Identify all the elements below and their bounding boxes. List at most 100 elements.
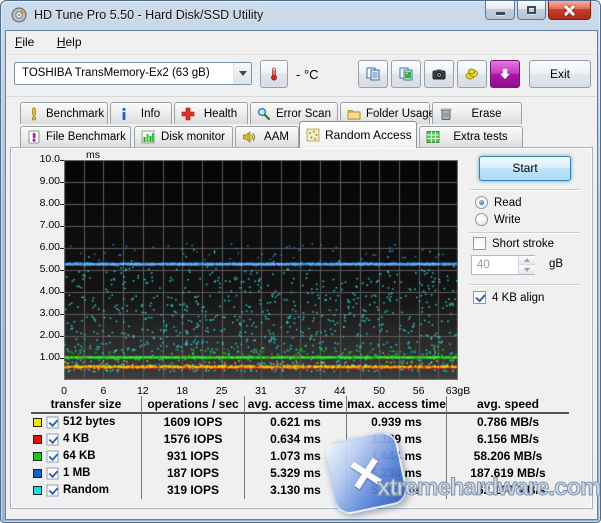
start-button[interactable]: Start: [479, 156, 571, 181]
copy-image-icon: [399, 67, 413, 81]
random-access-icon: [306, 128, 320, 142]
table-cell: 6.156 MB/s: [446, 431, 569, 448]
toolbar: TOSHIBA TransMemory-Ex2 (63 gB) - °C Exi…: [6, 55, 597, 97]
separator: [470, 284, 580, 286]
hdtune-app-icon: [11, 7, 27, 23]
benchmark-icon: [31, 106, 37, 120]
info-icon: [122, 107, 126, 120]
short-stroke-unit: gB: [549, 258, 564, 270]
minimize-icon: [495, 11, 505, 15]
tab-erase[interactable]: Erase: [432, 102, 522, 124]
write-label: Write: [494, 213, 521, 226]
copy-text-icon: [366, 67, 380, 81]
arrow-down-icon: [499, 68, 511, 80]
short-stroke-checkbox[interactable]: [473, 237, 486, 250]
tab-extra-tests[interactable]: Extra tests: [419, 126, 523, 147]
write-radio[interactable]: [475, 213, 488, 226]
thermometer-icon: [271, 67, 277, 81]
drive-select-value: TOSHIBA TransMemory-Ex2 (63 gB): [22, 67, 210, 79]
tab-random-access-label: Random Access: [325, 128, 412, 142]
table-cell: 1576 IOPS: [141, 431, 244, 448]
tab-health[interactable]: Health: [174, 102, 248, 124]
table-row-label: 512 bytes: [31, 414, 141, 431]
app-window: HD Tune Pro 5.50 - Hard Disk/SSD Utility…: [0, 0, 601, 523]
menu-file[interactable]: File: [6, 31, 43, 49]
table-cell: 0.786 MB/s: [446, 414, 569, 431]
short-stroke-label: Short stroke: [492, 237, 554, 250]
random-access-panel: ms 10.0 9.00 8.00 7.00 6.00 5.00 4.00 3.00 2.00 1…: [10, 147, 600, 517]
read-option[interactable]: Read: [475, 196, 522, 209]
table-row-label: 1 MB: [31, 465, 141, 482]
copy-text-button[interactable]: [358, 60, 388, 88]
client-area: File Help TOSHIBA TransMemory-Ex2 (63 gB…: [5, 30, 600, 520]
magnifier-icon: [257, 107, 271, 120]
tab-file-benchmark[interactable]: File Benchmark: [20, 126, 131, 147]
camera-icon: [432, 69, 446, 80]
file-benchmark-icon: [28, 130, 40, 144]
tab-extra-tests-label: Extra tests: [453, 131, 508, 143]
read-radio[interactable]: [475, 196, 488, 209]
tab-info[interactable]: Info: [110, 102, 172, 124]
series-checkbox[interactable]: [46, 433, 59, 446]
temperature-value: - °C: [296, 67, 319, 82]
maximize-button[interactable]: [517, 1, 546, 20]
table-cell: 0.621 ms: [244, 414, 346, 431]
tab-folder-usage-label: Folder Usage: [366, 107, 436, 120]
tab-random-access[interactable]: Random Access: [299, 121, 417, 148]
tab-disk-monitor[interactable]: Disk monitor: [134, 126, 233, 147]
tab-aam-label: AAM: [264, 131, 289, 143]
short-stroke-size-spinner[interactable]: 40: [471, 255, 535, 275]
titlebar[interactable]: HD Tune Pro 5.50 - Hard Disk/SSD Utility: [1, 1, 600, 30]
short-stroke-size-value: 40: [477, 259, 490, 271]
series-checkbox[interactable]: [46, 467, 59, 480]
col-operations: operations / sec: [141, 396, 244, 414]
random-access-scatter-plot: [64, 160, 458, 380]
align-checkbox[interactable]: [473, 291, 486, 304]
series-swatch: [33, 486, 42, 495]
folder-icon: [347, 109, 361, 119]
bar-chart-icon: [141, 130, 155, 144]
table-grid-icon: [426, 131, 440, 143]
window-title: HD Tune Pro 5.50 - Hard Disk/SSD Utility: [34, 8, 264, 22]
y-axis-labels: 10.0 9.00 8.00 7.00 6.00 5.00 4.00 3.00 2.00 1.00: [39, 153, 60, 363]
spinner-up-button[interactable]: [519, 256, 535, 265]
close-button[interactable]: [548, 1, 591, 20]
copy-image-button[interactable]: [391, 60, 421, 88]
table-row-label: 64 KB: [31, 448, 141, 465]
write-option[interactable]: Write: [475, 213, 521, 226]
table-cell: 1609 IOPS: [141, 414, 244, 431]
align-label: 4 KB align: [492, 291, 545, 304]
series-checkbox[interactable]: [46, 450, 59, 463]
spinner-down-button[interactable]: [519, 265, 535, 274]
temperature-button[interactable]: [260, 60, 288, 88]
tab-aam[interactable]: AAM: [235, 126, 299, 147]
tab-error-scan-label: Error Scan: [276, 107, 331, 120]
table-cell: 58.206 MB/s: [446, 448, 569, 465]
exit-button[interactable]: Exit: [529, 60, 591, 88]
minimize-button[interactable]: [485, 1, 515, 20]
col-avg-access: avg. access time: [244, 396, 346, 414]
table-cell: 319 IOPS: [141, 482, 244, 499]
save-icon: [465, 68, 478, 80]
watermark-text: xtremehardware.com: [376, 474, 601, 502]
tab-benchmark-label: Benchmark: [46, 107, 105, 120]
screenshot-button[interactable]: [424, 60, 454, 88]
speaker-icon: [243, 131, 255, 143]
save-results-button[interactable]: [457, 60, 487, 88]
series-swatch: [33, 452, 42, 461]
chevron-down-icon[interactable]: [233, 63, 251, 84]
col-transfer-size: transfer size: [31, 396, 141, 414]
menu-help[interactable]: Help: [48, 31, 91, 49]
update-check-button[interactable]: [490, 60, 520, 88]
series-swatch: [33, 469, 42, 478]
col-max-access: max. access time: [346, 396, 446, 414]
close-icon: [564, 5, 575, 16]
series-checkbox[interactable]: [46, 416, 59, 429]
series-checkbox[interactable]: [46, 484, 59, 497]
drive-select-combobox[interactable]: TOSHIBA TransMemory-Ex2 (63 gB): [14, 62, 252, 85]
tab-benchmark[interactable]: Benchmark: [20, 102, 108, 124]
align-option[interactable]: 4 KB align: [473, 291, 544, 304]
maximize-icon: [527, 6, 536, 14]
separator: [470, 232, 580, 234]
short-stroke-option[interactable]: Short stroke: [473, 237, 554, 250]
